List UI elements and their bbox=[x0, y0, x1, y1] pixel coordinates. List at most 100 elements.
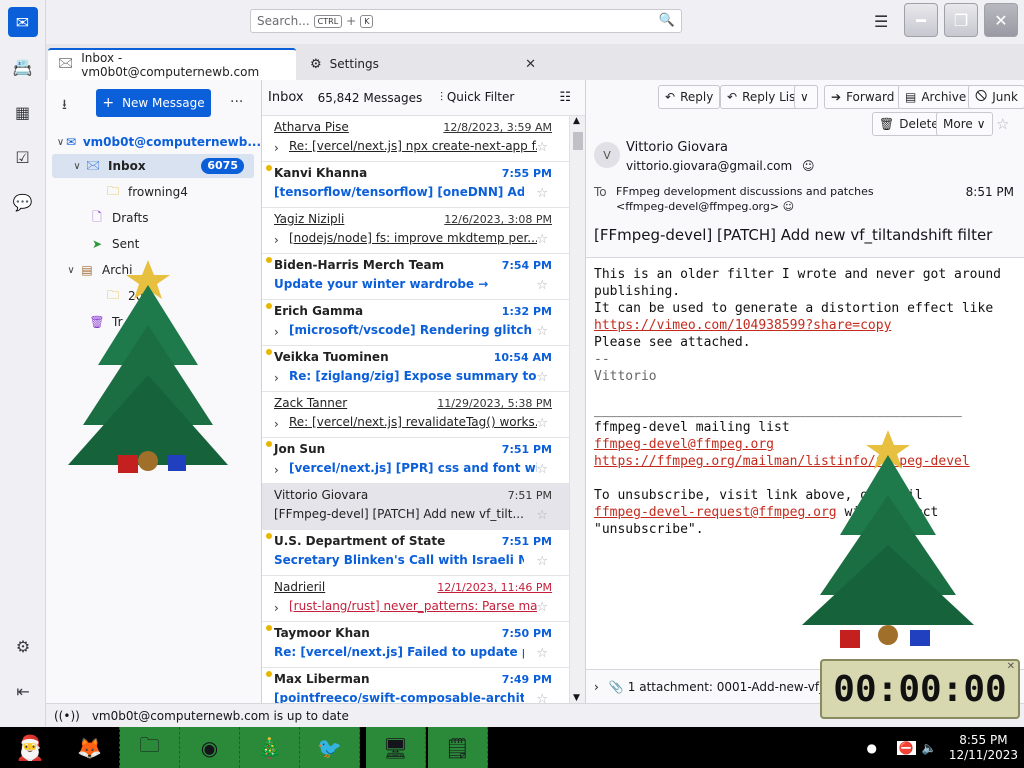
thread-scrollbar[interactable]: ▲ ▼ bbox=[569, 116, 585, 703]
folder-frowning4[interactable]: 🗀 frowning4 bbox=[46, 180, 261, 204]
sender-name[interactable]: Vittorio Giovara bbox=[626, 140, 728, 155]
star-icon[interactable]: ☆ bbox=[536, 232, 548, 247]
tab-settings[interactable]: ⚙ Settings ✕ bbox=[300, 48, 546, 80]
taskbar-firefox[interactable]: 🦊 bbox=[60, 727, 120, 768]
forward-button[interactable]: ➔ Forward bbox=[824, 85, 902, 109]
star-icon[interactable]: ☆ bbox=[536, 416, 548, 431]
message-row[interactable]: Zack Tanner 11/29/2023, 5:38 PM › Re: [verc… bbox=[262, 392, 572, 438]
account-row[interactable]: ∨ ✉ vm0b0t@computernewb... bbox=[46, 130, 261, 154]
tab-inbox[interactable]: 🖂 Inbox - vm0b0t@computernewb.com bbox=[48, 48, 296, 80]
calendar-button[interactable]: ▦ bbox=[8, 97, 38, 127]
chevron-right-icon[interactable]: › bbox=[274, 233, 279, 247]
display-options-icon[interactable]: ☷ bbox=[559, 90, 571, 105]
star-icon[interactable]: ☆ bbox=[536, 140, 548, 155]
folder-inbox[interactable]: ∨ 🖂 Inbox 6075 bbox=[52, 154, 254, 178]
start-button[interactable]: 🎅 bbox=[4, 729, 56, 767]
message-row[interactable]: Biden-Harris Merch Team 7:54 PM Update you… bbox=[262, 254, 572, 300]
message-row[interactable]: Atharva Pise 12/8/2023, 3:59 AM › Re: [verc… bbox=[262, 116, 572, 162]
scroll-down-icon[interactable]: ▼ bbox=[573, 693, 580, 703]
taskbar-explorer[interactable]: 🗀 bbox=[120, 727, 180, 768]
search-icon[interactable]: 🔍 bbox=[659, 13, 675, 28]
vimeo-link[interactable]: https://vimeo.com/104938599?share=copy bbox=[594, 318, 891, 333]
sender-email[interactable]: vittorio.giovara@gmail.com ☺ bbox=[626, 159, 815, 173]
tab-bar: 🖂 Inbox - vm0b0t@computernewb.com ⚙ Sett… bbox=[46, 44, 1024, 80]
message-row[interactable]: Yagiz Nizipli 12/6/2023, 3:08 PM › [nodejs/… bbox=[262, 208, 572, 254]
chevron-right-icon[interactable]: › bbox=[274, 371, 279, 385]
message-row[interactable]: Jon Sun 7:51 PM › [vercel/next.js] [PPR] cs… bbox=[262, 438, 572, 484]
star-icon[interactable]: ☆ bbox=[536, 324, 548, 339]
junk-button[interactable]: 🛇 Junk bbox=[968, 85, 1024, 109]
message-row[interactable]: Vittorio Giovara 7:51 PM [FFmpeg-devel] [P… bbox=[262, 484, 572, 530]
star-icon[interactable]: ☆ bbox=[536, 462, 548, 477]
message-row[interactable]: Erich Gamma 1:32 PM › [microsoft/vscode] Re… bbox=[262, 300, 572, 346]
star-icon[interactable]: ☆ bbox=[536, 508, 548, 523]
mail-space-button[interactable]: ✉ bbox=[7, 7, 38, 37]
chevron-right-icon[interactable]: › bbox=[274, 141, 279, 155]
forward-label: Forward bbox=[846, 90, 895, 104]
star-icon[interactable]: ☆ bbox=[536, 646, 548, 661]
close-window-button[interactable]: ✕ bbox=[984, 3, 1018, 37]
reply-button[interactable]: ↶ Reply bbox=[658, 85, 721, 109]
message-row[interactable]: Kanvi Khanna 7:55 PM [tensorflow/tensorflo… bbox=[262, 162, 572, 208]
close-icon[interactable]: ✕ bbox=[1007, 661, 1015, 672]
search-box[interactable]: Search... CTRL + K 🔍 bbox=[250, 9, 682, 33]
recipient[interactable]: FFmpeg development discussions and patch… bbox=[616, 184, 926, 214]
message-row[interactable]: Max Liberman 7:49 PM [pointfreeco/swift-co… bbox=[262, 668, 572, 703]
unread-dot bbox=[266, 625, 272, 631]
taskbar-notepad[interactable]: 🗒 bbox=[428, 727, 488, 768]
forward-icon: ➔ bbox=[831, 90, 842, 104]
quick-filter-button[interactable]: ⫶ Quick Filter bbox=[440, 90, 514, 105]
timer-value: 00:00:00 bbox=[833, 668, 1007, 710]
star-icon[interactable]: ☆ bbox=[536, 186, 548, 201]
list-address-link[interactable]: ffmpeg-devel@ffmpeg.org bbox=[594, 437, 774, 452]
tasks-button[interactable]: ☑ bbox=[8, 142, 38, 172]
get-messages-icon[interactable]: ⭳ bbox=[62, 94, 67, 118]
close-tab-icon[interactable]: ✕ bbox=[525, 57, 536, 72]
timer-widget[interactable]: 00:00:00 ✕ bbox=[820, 659, 1020, 719]
star-icon[interactable]: ☆ bbox=[536, 600, 548, 615]
taskbar-tree-app[interactable]: 🎄 bbox=[240, 727, 300, 768]
star-icon[interactable]: ☆ bbox=[996, 115, 1009, 133]
message-count: 65,842 Messages bbox=[317, 90, 423, 105]
message-row[interactable]: U.S. Department of State 7:51 PM Secretary… bbox=[262, 530, 572, 576]
taskbar-thunderbird[interactable]: 🐦 bbox=[300, 727, 360, 768]
message-row[interactable]: Veikka Tuominen 10:54 AM › Re: [ziglang/zig… bbox=[262, 346, 572, 392]
star-icon[interactable]: ☆ bbox=[536, 692, 548, 703]
folder-sent[interactable]: ➤ Sent bbox=[46, 232, 261, 256]
gift-box bbox=[118, 455, 138, 473]
taskbar-clock[interactable]: 8:55 PM 12/11/2023 bbox=[949, 733, 1018, 763]
address-book-button[interactable]: 📇 bbox=[8, 52, 38, 82]
chat-button[interactable]: 💬 bbox=[8, 187, 38, 217]
chevron-right-icon[interactable]: › bbox=[274, 325, 279, 339]
new-message-button[interactable]: + New Message bbox=[96, 89, 211, 117]
chat-icon: 💬 bbox=[12, 192, 33, 212]
settings-button[interactable]: ⚙ bbox=[8, 631, 38, 661]
chevron-right-icon[interactable]: › bbox=[274, 463, 279, 477]
taskbar-chrome[interactable]: ◉ bbox=[180, 727, 240, 768]
online-status-icon[interactable]: ((•)) bbox=[54, 709, 80, 723]
scroll-up-icon[interactable]: ▲ bbox=[573, 116, 580, 126]
star-icon[interactable]: ☆ bbox=[536, 554, 548, 569]
more-button[interactable]: More ∨ bbox=[936, 112, 993, 136]
app-menu-icon[interactable]: ☰ bbox=[874, 12, 888, 31]
chevron-right-icon[interactable]: › bbox=[274, 417, 279, 431]
chevron-right-icon[interactable]: › bbox=[274, 601, 279, 615]
collapse-spaces-button[interactable]: ⇤ bbox=[8, 676, 38, 706]
message-row[interactable]: Nadrieril 12/1/2023, 11:46 PM › [rust-lang/… bbox=[262, 576, 572, 622]
folder-pane-more-button[interactable]: ... bbox=[230, 90, 243, 106]
star-icon[interactable]: ☆ bbox=[536, 278, 548, 293]
message-row[interactable]: Taymoor Khan 7:50 PM Re: [vercel/next.js] … bbox=[262, 622, 572, 668]
christmas-tree-decoration bbox=[802, 430, 974, 648]
archive-button[interactable]: ▤ Archive bbox=[898, 85, 974, 109]
scroll-thumb[interactable] bbox=[573, 132, 583, 150]
network-icon[interactable]: ⛔ bbox=[896, 740, 916, 755]
taskbar-computer[interactable]: 🖥 bbox=[366, 727, 426, 768]
restore-button[interactable]: ❐ bbox=[944, 3, 978, 37]
status-text: vm0b0t@computernewb.com is up to date bbox=[91, 708, 349, 723]
minimize-button[interactable]: ━ bbox=[904, 3, 938, 37]
reply-list-dropdown[interactable]: ∨ bbox=[794, 85, 818, 109]
delete-button[interactable]: 🗑 Delete bbox=[872, 112, 946, 136]
volume-icon[interactable]: 🔈 bbox=[922, 741, 937, 755]
folder-drafts[interactable]: 🗋 Drafts bbox=[46, 206, 261, 230]
star-icon[interactable]: ☆ bbox=[536, 370, 548, 385]
